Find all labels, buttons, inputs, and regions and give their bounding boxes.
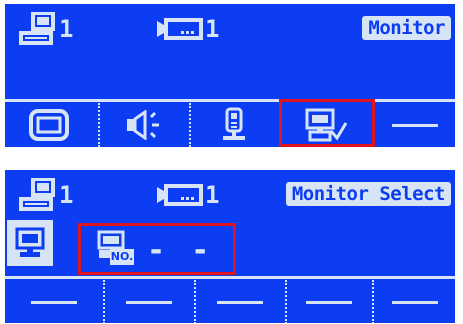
camera-count: 1	[205, 15, 220, 43]
monitor-icon	[15, 227, 45, 257]
menu-item-empty	[287, 280, 371, 323]
camera-count: 1	[205, 181, 220, 209]
pc-icon	[19, 12, 55, 45]
status-bar: 1 1 Monitor	[5, 4, 455, 62]
speaker-icon	[127, 110, 159, 140]
pc-icon	[19, 178, 55, 211]
menu-item-monitor[interactable]	[5, 103, 93, 147]
menu-bar	[5, 280, 455, 323]
menu-bar	[5, 103, 455, 147]
camera-icon	[157, 184, 203, 206]
pc-count: 1	[59, 181, 74, 209]
selection-highlight	[279, 99, 375, 147]
selection-highlight	[78, 223, 236, 275]
monitor-screen: 1 1 Monitor	[5, 4, 455, 147]
monitor-select-screen: 1 1 Monitor Select NO. - -	[5, 170, 455, 323]
screen-title: Monitor	[362, 16, 451, 40]
monitor-icon	[29, 109, 69, 141]
menu-item-empty	[374, 280, 455, 323]
monitor-tab[interactable]	[7, 220, 53, 266]
menu-separator	[5, 276, 455, 279]
empty-slot-line	[306, 300, 352, 304]
menu-item-volume[interactable]	[100, 103, 186, 147]
empty-slot-line	[31, 300, 77, 304]
menu-item-empty	[375, 103, 455, 147]
empty-slot-line	[392, 123, 438, 127]
empty-slot-line	[391, 300, 438, 304]
menu-item-door-station[interactable]	[191, 103, 277, 147]
menu-separator	[5, 99, 455, 102]
empty-slot-line	[217, 300, 263, 304]
empty-slot-line	[126, 300, 172, 304]
camera-icon	[157, 18, 203, 40]
pc-status: 1	[19, 12, 73, 46]
door-station-icon	[223, 107, 245, 140]
pc-status: 1	[19, 178, 73, 212]
camera-status: 1	[155, 178, 219, 212]
camera-status: 1	[155, 12, 219, 46]
menu-item-empty	[5, 280, 103, 323]
pc-count: 1	[59, 15, 74, 43]
screen-title: Monitor Select	[285, 182, 451, 206]
menu-item-empty	[105, 280, 193, 323]
menu-item-empty	[196, 280, 284, 323]
